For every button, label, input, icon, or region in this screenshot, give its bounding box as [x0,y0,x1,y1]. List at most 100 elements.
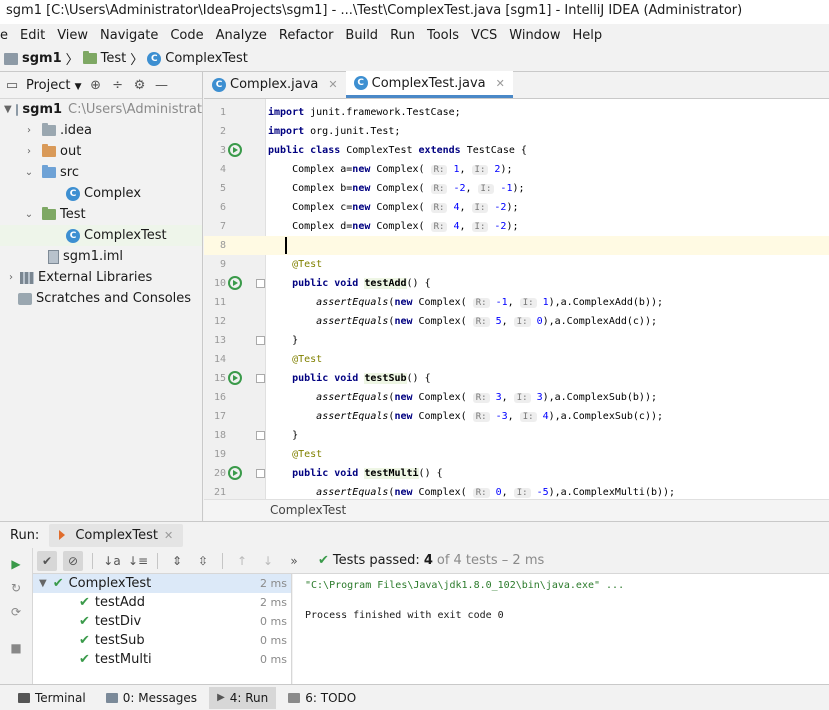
tree-item-label: Complex [84,186,142,201]
collapse-all-icon[interactable]: ⇳ [193,551,213,571]
tab-label: ComplexTest.java [371,75,486,91]
run-tool-button[interactable]: ▶ 4: Run [209,686,277,709]
tab-complex-java[interactable]: C Complex.java ✕ [204,71,346,98]
tree-item-complextest[interactable]: C ComplexTest [0,225,202,246]
show-ignored-icon[interactable]: ⊘ [63,550,83,571]
tree-item-scratches[interactable]: Scratches and Consoles [0,288,202,309]
run-config-tab[interactable]: ComplexTest ✕ [49,523,184,547]
more-options-icon[interactable]: » [284,551,304,571]
test-row[interactable]: ✔ testSub 0 ms [33,631,291,650]
project-folder-icon [15,103,19,116]
test-suite-row[interactable]: ▼ ✔ ComplexTest 2 ms [33,574,291,593]
line-number: 9 [219,259,226,270]
close-icon[interactable]: ✕ [164,529,173,542]
menu-help[interactable]: Help [567,28,609,43]
editor-breadcrumb[interactable]: ComplexTest [204,499,829,521]
breadcrumb-folder[interactable]: Test [82,51,126,66]
test-duration: 2 ms [260,596,287,609]
run-test-icon[interactable] [228,371,242,385]
fold-icon[interactable] [256,431,265,440]
class-icon: C [66,228,80,243]
fold-icon[interactable] [256,374,265,383]
menu-file[interactable]: e [0,28,14,43]
code-line: 4 Complex a=new Complex( R: 1, I: 2); [204,160,829,179]
menu-view[interactable]: View [51,28,94,43]
menu-refactor[interactable]: Refactor [273,28,340,43]
breadcrumb-file[interactable]: C ComplexTest [147,51,248,66]
tree-item-path: C:\Users\Administrat [68,102,202,117]
tree-item-test[interactable]: ⌄ Test [0,204,202,225]
fold-icon[interactable] [256,469,265,478]
rerun-icon[interactable]: ▶ [8,556,24,572]
tree-item-iml[interactable]: sgm1.iml [0,246,202,267]
fold-icon[interactable] [256,279,265,288]
chevron-down-icon[interactable]: ⌄ [22,209,36,220]
line-number: 18 [213,430,226,441]
todo-tool-button[interactable]: 6: TODO [280,687,364,709]
terminal-tool-button[interactable]: Terminal [10,687,94,709]
test-row[interactable]: ✔ testAdd 2 ms [33,593,291,612]
test-row[interactable]: ✔ testMulti 0 ms [33,650,291,669]
breadcrumb-project[interactable]: sgm1 [4,51,62,66]
tab-complextest-java[interactable]: C ComplexTest.java ✕ [345,71,513,98]
menu-run[interactable]: Run [384,28,421,43]
menu-tools[interactable]: Tools [421,28,465,43]
sort-by-duration-icon[interactable]: ↓≡ [128,551,148,571]
test-duration: 0 ms [260,653,287,666]
menu-analyze[interactable]: Analyze [210,28,273,43]
collapse-all-icon[interactable]: ÷ [110,77,126,93]
minimize-icon[interactable]: — [154,77,170,93]
rerun-failed-icon[interactable]: ↻ [8,580,24,596]
run-test-icon[interactable] [228,143,242,157]
show-passed-icon[interactable]: ✔ [37,550,57,571]
run-test-icon[interactable] [228,466,242,480]
gear-icon[interactable]: ⚙ [132,77,148,93]
test-status: ✔ Tests passed: 4 of 4 tests – 2 ms [318,553,544,568]
menu-vcs[interactable]: VCS [465,28,503,43]
folder-icon [82,51,97,64]
test-duration: 0 ms [260,634,287,647]
menu-navigate[interactable]: Navigate [94,28,164,43]
chevron-down-icon[interactable]: ▼ [39,578,47,589]
chevron-down-icon[interactable]: ▼ [4,104,12,115]
run-tab-label: ComplexTest [75,527,158,543]
next-failed-icon[interactable]: ↓ [258,551,278,571]
chevron-down-icon[interactable]: ⌄ [22,167,36,178]
project-view-dropdown[interactable]: Project ▼ [26,78,82,93]
chevron-right-icon[interactable]: › [22,125,36,136]
check-icon: ✔ [79,652,90,667]
target-icon[interactable]: ⊕ [88,77,104,93]
code-editor[interactable]: 1 import junit.framework.TestCase; 2 impor… [204,99,829,499]
tree-item-out[interactable]: › out [0,141,202,162]
line-number: 17 [213,411,226,422]
previous-failed-icon[interactable]: ↑ [232,551,252,571]
tree-item-sgm1[interactable]: ▼ sgm1 C:\Users\Administrat [0,99,202,120]
stop-icon[interactable]: ■ [8,640,24,656]
sort-alphabetically-icon[interactable]: ↓a [102,551,122,571]
menu-edit[interactable]: Edit [14,28,51,43]
console-output[interactable]: "C:\Program Files\Java\jdk1.8.0_102\bin\… [293,574,829,684]
toggle-auto-test-icon[interactable]: ⟳ [8,604,24,620]
line-number: 21 [213,487,226,498]
test-row[interactable]: ✔ testDiv 0 ms [33,612,291,631]
fold-icon[interactable] [256,336,265,345]
chevron-right-icon[interactable]: › [22,146,36,157]
close-icon[interactable]: ✕ [496,77,505,90]
tool-window-bar: Terminal 0: Messages ▶ 4: Run 6: TODO [0,684,829,710]
chevron-right-icon: 〉 [130,53,144,68]
tree-item-src[interactable]: ⌄ src [0,162,202,183]
run-test-icon[interactable] [228,276,242,290]
project-view-icon: ▭ [5,77,19,93]
tree-item-complex[interactable]: C Complex [0,183,202,204]
messages-tool-button[interactable]: 0: Messages [98,687,205,709]
tree-item-idea[interactable]: › .idea [0,120,202,141]
menu-window[interactable]: Window [503,28,566,43]
project-panel-header: ▭ Project ▼ ⊕ ÷ ⚙ — [0,72,202,99]
expand-all-icon[interactable]: ⇕ [167,551,187,571]
line-number: 12 [213,316,226,327]
menu-build[interactable]: Build [339,28,384,43]
menu-code[interactable]: Code [164,28,209,43]
close-icon[interactable]: ✕ [328,78,337,91]
tree-item-external-libraries[interactable]: › External Libraries [0,267,202,288]
chevron-right-icon[interactable]: › [4,272,18,283]
